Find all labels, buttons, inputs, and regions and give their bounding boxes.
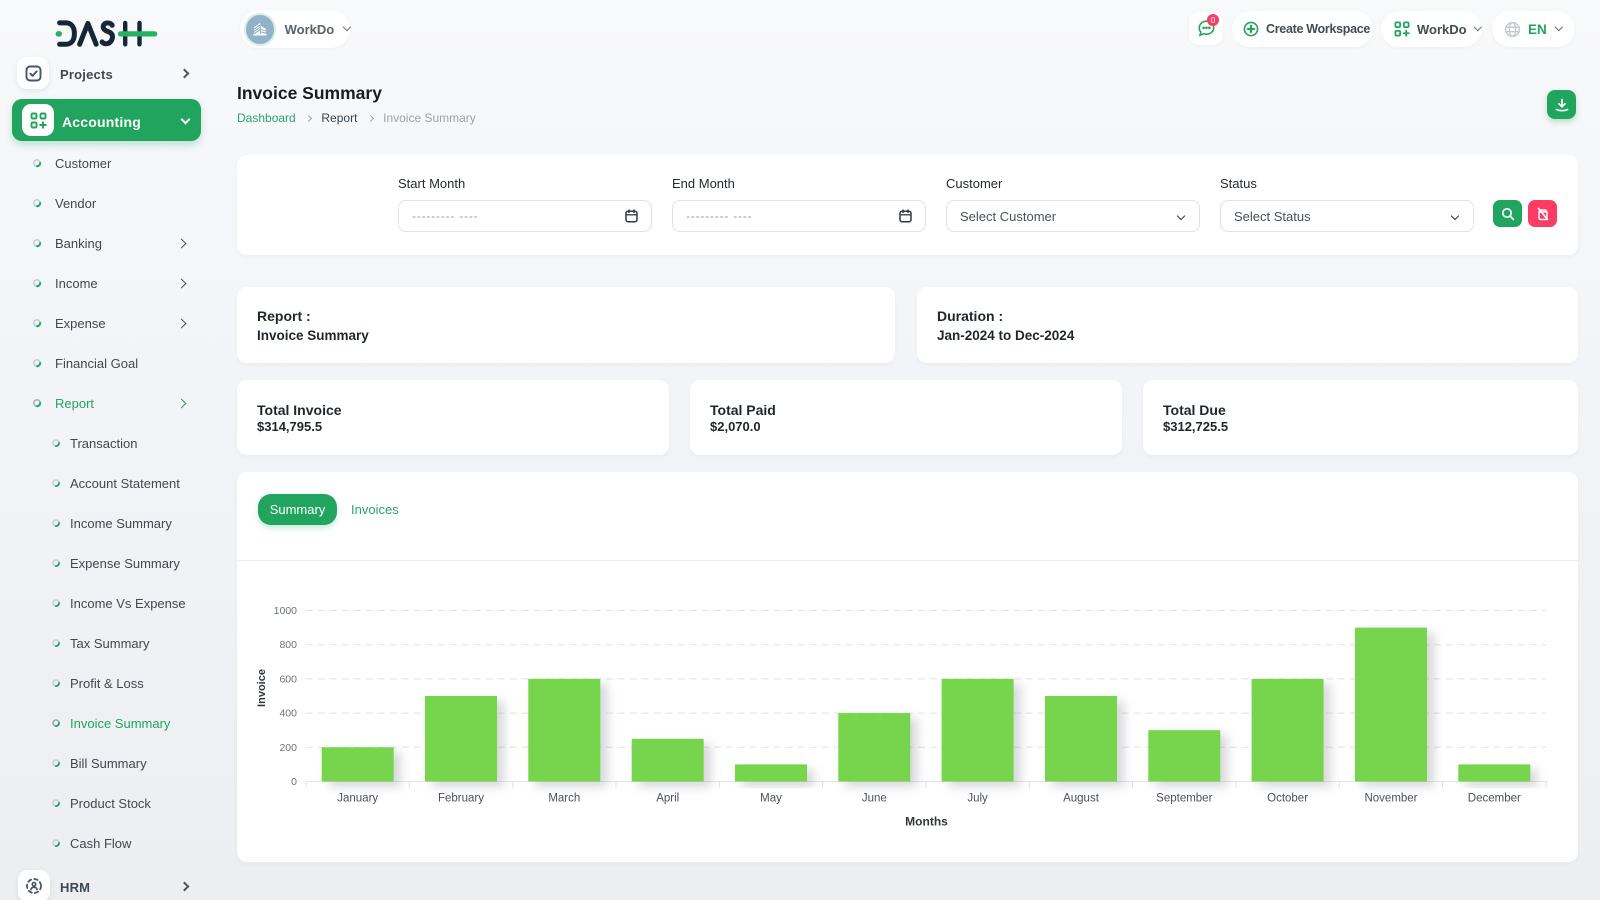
svg-text:January: January: [337, 793, 378, 805]
svg-text:April: April: [656, 793, 679, 805]
svg-text:December: December: [1468, 793, 1521, 805]
svg-text:800: 800: [279, 639, 297, 651]
svg-text:400: 400: [279, 708, 297, 720]
svg-text:Months: Months: [905, 815, 948, 829]
svg-text:September: September: [1156, 793, 1212, 805]
svg-text:200: 200: [279, 742, 297, 754]
svg-text:February: February: [438, 793, 484, 805]
svg-text:Invoice: Invoice: [256, 669, 268, 707]
svg-text:November: November: [1364, 793, 1417, 805]
svg-text:July: July: [967, 793, 988, 805]
svg-text:0: 0: [291, 776, 297, 788]
svg-text:600: 600: [279, 673, 297, 685]
svg-text:August: August: [1063, 793, 1100, 805]
svg-text:May: May: [760, 793, 782, 805]
svg-text:June: June: [862, 793, 887, 805]
svg-text:March: March: [548, 793, 580, 805]
svg-text:1000: 1000: [274, 605, 298, 617]
svg-text:October: October: [1267, 793, 1308, 805]
